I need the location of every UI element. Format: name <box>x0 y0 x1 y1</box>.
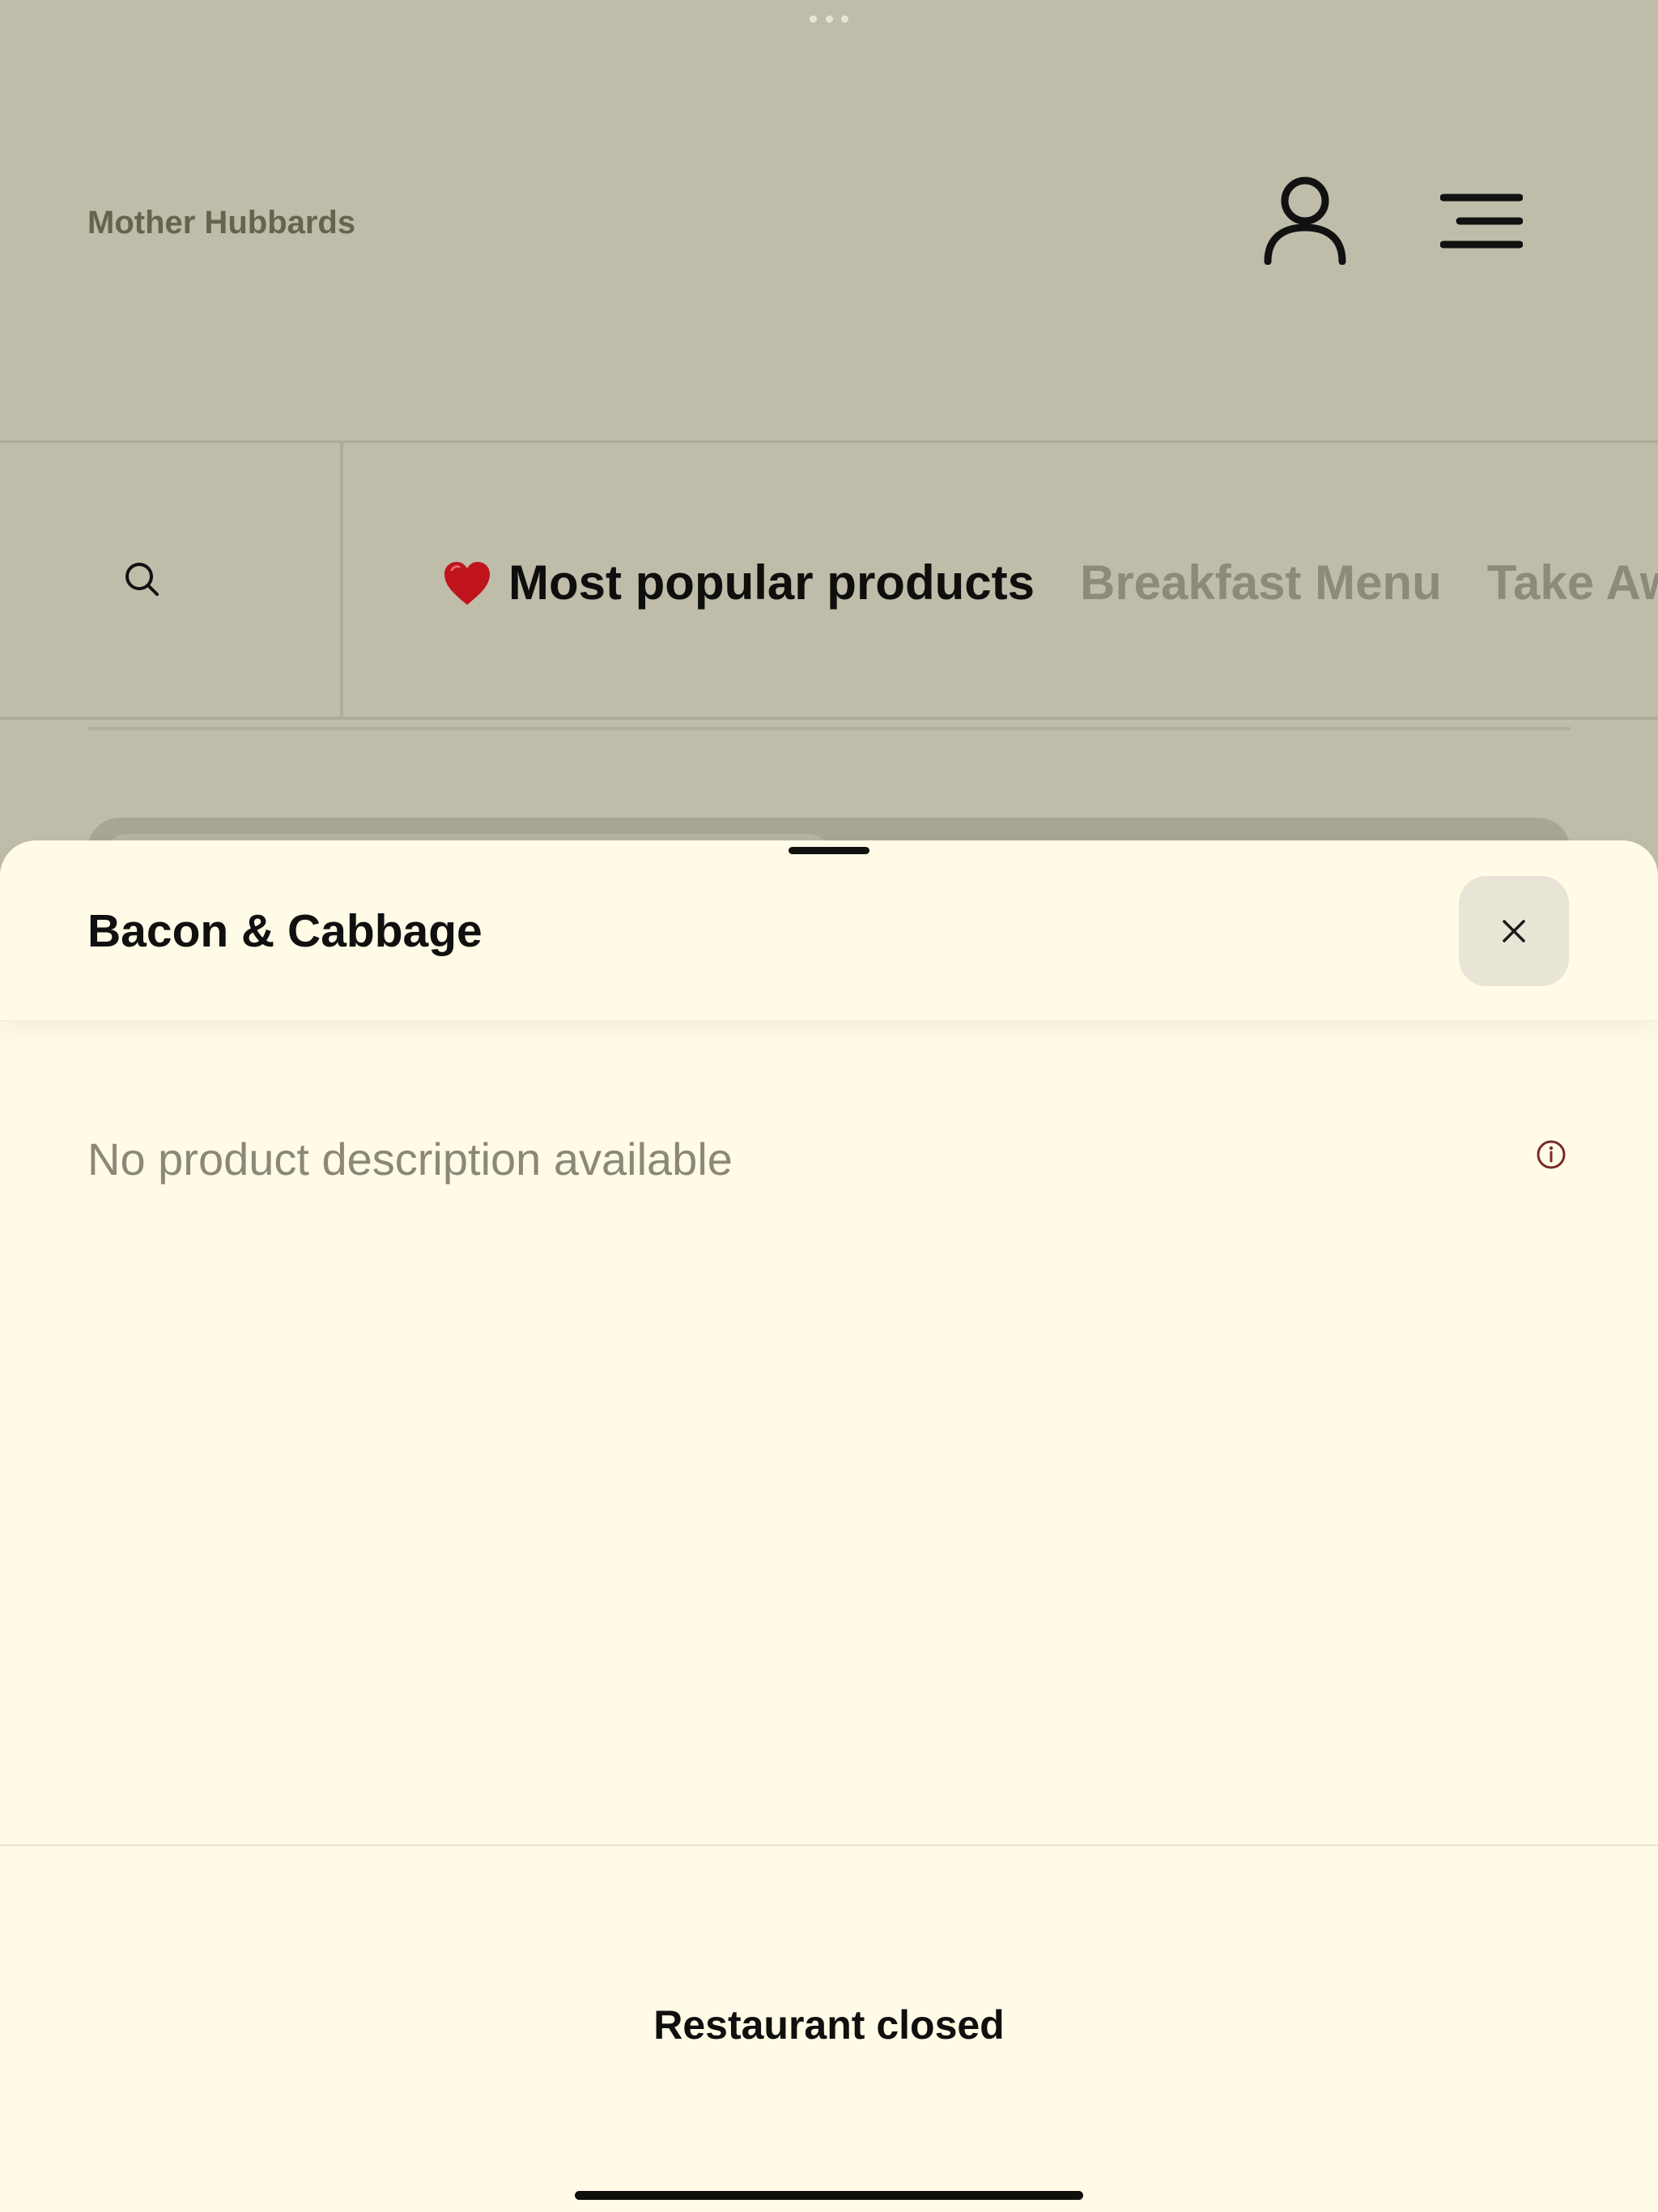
nav-underline <box>87 727 1571 730</box>
tab-take-away[interactable]: Take Away <box>1487 547 1658 619</box>
tab-breakfast-menu[interactable]: Breakfast Menu <box>1080 547 1442 619</box>
close-icon <box>1503 920 1525 942</box>
restaurant-name: Mother Hubbards <box>87 205 356 240</box>
tab-most-popular-products[interactable]: Most popular products <box>442 547 1035 619</box>
user-icon <box>1264 177 1346 265</box>
restaurant-status: Restaurant closed <box>653 2002 1005 2048</box>
menu-button[interactable] <box>1431 183 1532 259</box>
account-button[interactable] <box>1255 167 1355 272</box>
category-tabs: Most popular products Breakfast Menu Tak… <box>442 542 1658 623</box>
tab-label: Most popular products <box>508 555 1035 610</box>
hamburger-menu-icon <box>1440 194 1523 249</box>
tab-label: Breakfast Menu <box>1079 555 1442 610</box>
multitasking-handle[interactable] <box>810 15 848 23</box>
heart-icon <box>442 559 492 606</box>
close-button[interactable] <box>1459 876 1569 986</box>
nav-border-bottom <box>0 717 1658 720</box>
nav-divider <box>340 443 343 717</box>
search-button[interactable] <box>97 526 186 632</box>
search-icon <box>125 563 159 596</box>
home-indicator[interactable] <box>575 2191 1083 2200</box>
product-title: Bacon & Cabbage <box>87 905 483 957</box>
product-description: No product description available <box>87 1134 733 1185</box>
footer-divider <box>0 1844 1658 1846</box>
tab-label: Take Away <box>1486 555 1658 610</box>
sheet-grabber[interactable] <box>789 847 869 854</box>
info-icon[interactable] <box>1533 1137 1569 1172</box>
nav-border-top <box>0 440 1658 443</box>
